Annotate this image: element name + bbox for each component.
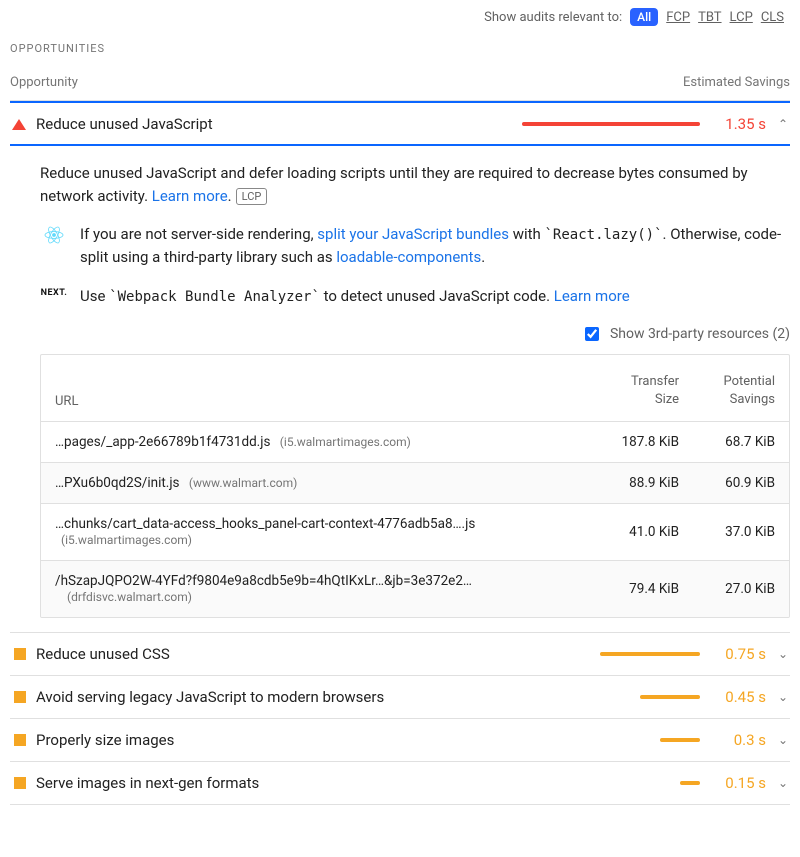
col-savings: Estimated Savings (683, 75, 790, 90)
column-header: Opportunity Estimated Savings (10, 71, 790, 101)
col-opportunity: Opportunity (10, 75, 78, 90)
warning-triangle-icon (12, 119, 26, 130)
filter-tbt[interactable]: TBT (698, 10, 721, 25)
th-potential: Potential Savings (689, 373, 775, 409)
savings-bar (600, 652, 700, 656)
chevron-down-icon: ⌄ (776, 776, 790, 790)
show-3rd-party-checkbox[interactable] (585, 327, 599, 341)
savings-value: 1.35 s (710, 115, 766, 133)
savings-bar (640, 695, 700, 699)
audit-nextgen-images: Serve images in next-gen formats 0.15 s … (10, 762, 790, 805)
next-note: NEXT. Use `Webpack Bundle Analyzer` to d… (40, 285, 790, 308)
audit-header[interactable]: Reduce unused CSS 0.75 s ⌄ (10, 633, 790, 675)
audit-title: Properly size images (36, 731, 510, 749)
table-row: …chunks/cart_data-access_hooks_panel-car… (41, 503, 789, 560)
filter-cls[interactable]: CLS (761, 10, 784, 25)
audit-header[interactable]: Reduce unused JavaScript 1.35 s ⌃ (10, 103, 790, 145)
audit-title: Serve images in next-gen formats (36, 774, 510, 792)
th-url: URL (55, 394, 583, 409)
filter-lcp[interactable]: LCP (730, 10, 753, 25)
audit-header[interactable]: Properly size images 0.3 s ⌄ (10, 719, 790, 761)
warning-square-icon (14, 777, 26, 789)
section-title: OPPORTUNITIES (10, 42, 790, 55)
savings-value: 0.75 s (710, 645, 766, 663)
savings-bar (680, 781, 700, 785)
resources-table: URL Transfer Size Potential Savings …pag… (40, 354, 790, 618)
th-transfer: Transfer Size (593, 373, 679, 409)
split-bundles-link[interactable]: split your JavaScript bundles (317, 225, 509, 243)
filter-bar: Show audits relevant to: All FCP TBT LCP… (10, 0, 790, 32)
chevron-down-icon: ⌄ (776, 733, 790, 747)
warning-square-icon (14, 648, 26, 660)
next-learn-more-link[interactable]: Learn more (554, 287, 630, 305)
chevron-down-icon: ⌄ (776, 647, 790, 661)
savings-value: 0.45 s (710, 688, 766, 706)
savings-bar (660, 738, 700, 742)
filter-all-badge[interactable]: All (630, 8, 658, 26)
savings-value: 0.15 s (710, 774, 766, 792)
table-row: …pages/_app-2e66789b1f4731dd.js (i5.walm… (41, 421, 789, 462)
warning-square-icon (14, 734, 26, 746)
table-row: /hSzapJQPO2W-4YFd?f9804e9a8cdb5e9b=4hQtI… (41, 560, 789, 617)
audit-title: Reduce unused CSS (36, 645, 510, 663)
audit-body: Reduce unused JavaScript and defer loadi… (10, 144, 790, 632)
lcp-chip: LCP (236, 188, 268, 205)
nextjs-icon: NEXT. (40, 285, 68, 308)
savings-bar (522, 122, 700, 126)
learn-more-link[interactable]: Learn more (152, 187, 228, 205)
audit-description: Reduce unused JavaScript and defer loadi… (40, 162, 790, 207)
savings-bar-wrap (520, 122, 700, 126)
table-header: URL Transfer Size Potential Savings (41, 355, 789, 421)
audit-legacy-js: Avoid serving legacy JavaScript to moder… (10, 676, 790, 719)
audit-header[interactable]: Avoid serving legacy JavaScript to moder… (10, 676, 790, 718)
react-note: If you are not server-side rendering, sp… (40, 223, 790, 269)
filter-fcp[interactable]: FCP (666, 10, 690, 25)
audit-title: Reduce unused JavaScript (36, 115, 510, 133)
audit-size-images: Properly size images 0.3 s ⌄ (10, 719, 790, 762)
filter-label: Show audits relevant to: (484, 10, 622, 25)
show-3rd-party-toggle: Show 3rd-party resources (2) (40, 324, 790, 344)
table-row: …PXu6b0qd2S/init.js (www.walmart.com) 88… (41, 462, 789, 503)
audit-header[interactable]: Serve images in next-gen formats 0.15 s … (10, 762, 790, 804)
loadable-components-link[interactable]: loadable-components (336, 248, 481, 266)
audit-reduce-unused-css: Reduce unused CSS 0.75 s ⌄ (10, 633, 790, 676)
chevron-up-icon: ⌃ (776, 117, 790, 131)
savings-value: 0.3 s (710, 731, 766, 749)
chevron-down-icon: ⌄ (776, 690, 790, 704)
audit-reduce-unused-js: Reduce unused JavaScript 1.35 s ⌃ Reduce… (10, 101, 790, 633)
warning-square-icon (14, 691, 26, 703)
audit-title: Avoid serving legacy JavaScript to moder… (36, 688, 510, 706)
show-3rd-party-label: Show 3rd-party resources (2) (610, 326, 790, 342)
react-icon (40, 223, 68, 269)
